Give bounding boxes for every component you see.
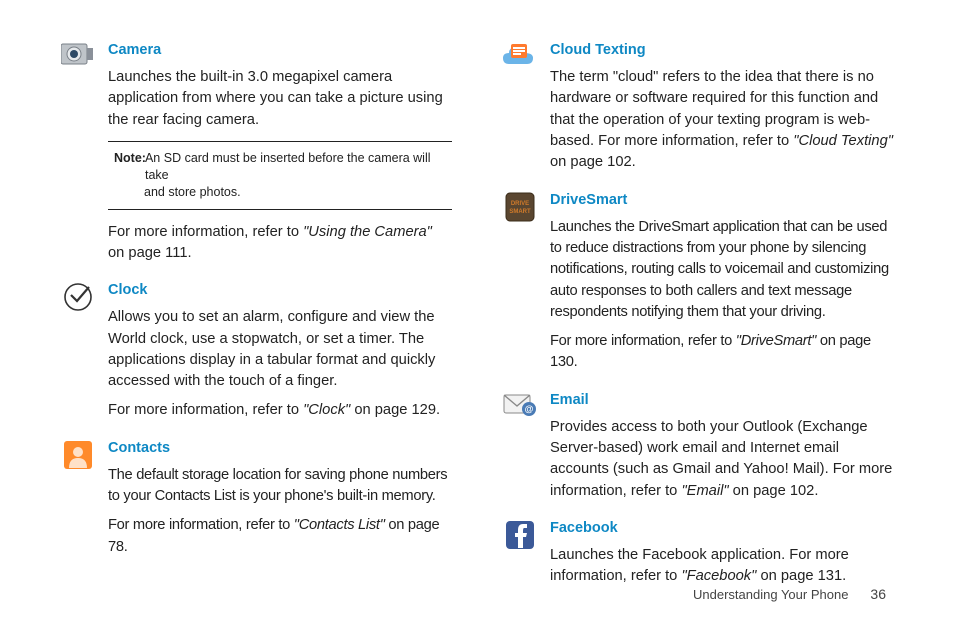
- entry-email: @ Email Provides access to both your Out…: [502, 390, 894, 510]
- right-column: Cloud Texting The term "cloud" refers to…: [502, 40, 894, 550]
- email-ref-link: "Email": [681, 483, 728, 499]
- left-column: Camera Launches the built-in 3.0 megapix…: [60, 40, 452, 550]
- cloud-ref-link: "Cloud Texting": [793, 133, 893, 149]
- contacts-desc: The default storage location for saving …: [108, 465, 452, 508]
- cloud-text-b: on page 102.: [550, 154, 636, 170]
- contacts-icon: [60, 438, 96, 566]
- facebook-para: Launches the Facebook application. For m…: [550, 545, 894, 588]
- svg-text:@: @: [525, 404, 534, 414]
- camera-icon: [60, 40, 96, 272]
- camera-desc: Launches the built-in 3.0 megapixel came…: [108, 67, 452, 131]
- page-number: 36: [870, 586, 886, 602]
- facebook-icon: [502, 518, 538, 596]
- drivesmart-title: DriveSmart: [550, 190, 894, 211]
- ref-prefix: For more information, refer to: [108, 224, 303, 240]
- drivesmart-ref: For more information, refer to "DriveSma…: [550, 331, 894, 374]
- entry-contacts: Contacts The default storage location fo…: [60, 438, 452, 566]
- entry-clock: Clock Allows you to set an alarm, config…: [60, 280, 452, 430]
- svg-text:DRIVE: DRIVE: [511, 201, 529, 207]
- ref-link: "Contacts List": [294, 517, 385, 533]
- ref-link: "DriveSmart": [736, 333, 816, 349]
- section-name: Understanding Your Phone: [693, 587, 848, 602]
- entry-facebook: Facebook Launches the Facebook applicati…: [502, 518, 894, 596]
- ref-link: "Clock": [303, 402, 350, 418]
- facebook-text-b: on page 131.: [756, 568, 846, 584]
- drivesmart-desc: Launches the DriveSmart application that…: [550, 217, 894, 324]
- cloud-title: Cloud Texting: [550, 40, 894, 61]
- entry-cloud: Cloud Texting The term "cloud" refers to…: [502, 40, 894, 182]
- drivesmart-content: DriveSmart Launches the DriveSmart appli…: [550, 190, 894, 382]
- entry-camera: Camera Launches the built-in 3.0 megapix…: [60, 40, 452, 272]
- ref-prefix: For more information, refer to: [108, 517, 294, 533]
- note-label: Note:: [114, 150, 145, 184]
- ref-suffix: on page 111.: [108, 245, 192, 261]
- contacts-content: Contacts The default storage location fo…: [108, 438, 452, 566]
- ref-prefix: For more information, refer to: [550, 333, 736, 349]
- camera-ref: For more information, refer to "Using th…: [108, 222, 452, 265]
- email-icon: @: [502, 390, 538, 510]
- email-para: Provides access to both your Outlook (Ex…: [550, 417, 894, 502]
- facebook-ref-link: "Facebook": [681, 568, 756, 584]
- note-text-line1: An SD card must be inserted before the c…: [145, 150, 448, 184]
- facebook-title: Facebook: [550, 518, 894, 539]
- entry-drivesmart: DRIVE SMART DriveSmart Launches the Driv…: [502, 190, 894, 382]
- svg-text:SMART: SMART: [509, 209, 531, 215]
- camera-title: Camera: [108, 40, 452, 61]
- email-title: Email: [550, 390, 894, 411]
- camera-content: Camera Launches the built-in 3.0 megapix…: [108, 40, 452, 272]
- cloud-content: Cloud Texting The term "cloud" refers to…: [550, 40, 894, 182]
- content-columns: Camera Launches the built-in 3.0 megapix…: [60, 40, 894, 550]
- contacts-ref: For more information, refer to "Contacts…: [108, 515, 452, 558]
- cloud-texting-icon: [502, 40, 538, 182]
- note-text-line2: and store photos.: [114, 184, 448, 201]
- ref-prefix: For more information, refer to: [108, 402, 303, 418]
- contacts-title: Contacts: [108, 438, 452, 459]
- ref-suffix: on page 129.: [350, 402, 440, 418]
- ref-link: "Using the Camera": [303, 224, 432, 240]
- clock-content: Clock Allows you to set an alarm, config…: [108, 280, 452, 430]
- clock-icon: [60, 280, 96, 430]
- facebook-content: Facebook Launches the Facebook applicati…: [550, 518, 894, 596]
- camera-note: Note: An SD card must be inserted before…: [108, 141, 452, 210]
- clock-title: Clock: [108, 280, 452, 301]
- page-footer: Understanding Your Phone 36: [693, 586, 886, 602]
- cloud-para: The term "cloud" refers to the idea that…: [550, 67, 894, 174]
- clock-ref: For more information, refer to "Clock" o…: [108, 400, 452, 421]
- email-text-b: on page 102.: [729, 483, 819, 499]
- email-content: Email Provides access to both your Outlo…: [550, 390, 894, 510]
- clock-desc: Allows you to set an alarm, configure an…: [108, 307, 452, 392]
- drivesmart-icon: DRIVE SMART: [502, 190, 538, 382]
